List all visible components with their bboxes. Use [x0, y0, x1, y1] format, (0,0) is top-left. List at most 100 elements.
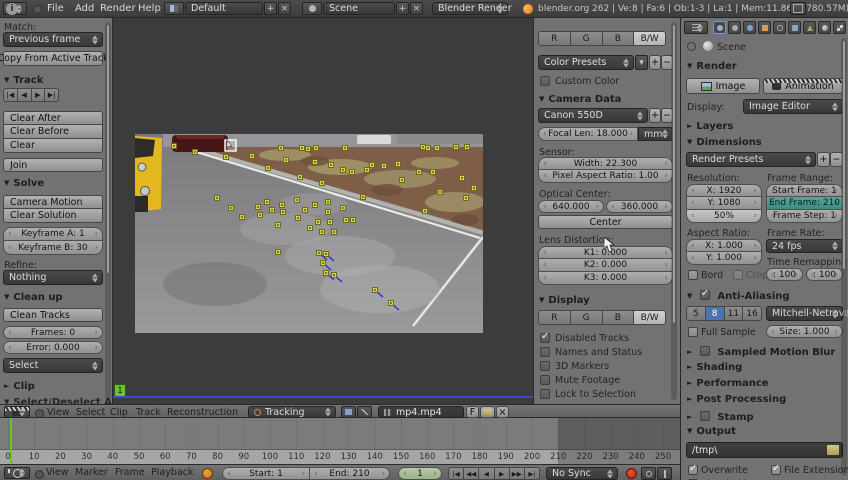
screen-layout-icon[interactable]	[164, 2, 184, 15]
editor-type-clip-button[interactable]	[4, 406, 30, 418]
aa-filter-select[interactable]: Mitchell-Netrava	[766, 306, 848, 321]
tab-render[interactable]	[713, 21, 726, 34]
pixel-aspect-field[interactable]: Pixel Aspect Ratio: 1.00	[538, 170, 673, 183]
clip-mode-select[interactable]: Tracking	[248, 406, 336, 418]
crop-checkbox[interactable]	[733, 270, 743, 280]
keyframe-a-field[interactable]: Keyframe A: 1	[3, 227, 103, 241]
timeline-menu-marker[interactable]: Marker	[75, 467, 108, 478]
motion-blur-checkbox[interactable]	[699, 346, 710, 356]
play-button[interactable]: ▶	[494, 467, 510, 480]
clear-before-button[interactable]: Clear Before	[3, 125, 103, 139]
optical-x-field[interactable]: 640.000	[538, 200, 604, 213]
error-field[interactable]: Error: 0.000	[3, 341, 103, 354]
menu-render[interactable]: Render	[100, 3, 136, 14]
tab-modifiers[interactable]	[788, 21, 801, 34]
clip-menu-clip[interactable]: Clip	[110, 407, 128, 418]
frame-rate-select[interactable]: 24 fps	[766, 239, 843, 253]
tab-material[interactable]	[818, 21, 831, 34]
anti-aliasing-checkbox[interactable]	[699, 288, 710, 300]
editor-type-properties-button[interactable]	[684, 21, 708, 34]
clear-solution-button[interactable]: Clear Solution	[3, 209, 103, 223]
clip-panel-header[interactable]: Clip	[4, 381, 34, 392]
fake-user-button[interactable]: F	[466, 406, 479, 418]
timeline-area[interactable]: 0 10 20 30 40 50 60 70 80 90 100 110 120 130 140 150 160…	[0, 418, 680, 465]
jump-to-start-button[interactable]: |◀	[448, 467, 465, 480]
k3-field[interactable]: K3: 0.000	[538, 272, 673, 285]
display-option-checkbox[interactable]	[540, 331, 550, 343]
tab-constraints[interactable]	[773, 21, 786, 34]
selected-tracking-marker[interactable]	[224, 139, 237, 152]
anti-aliasing-panel-header[interactable]: Anti-Aliasing	[687, 288, 790, 302]
play-reverse-button[interactable]: ◀	[479, 467, 495, 480]
header-collapse-dot[interactable]	[35, 409, 44, 418]
scene-select[interactable]: Scene	[323, 2, 395, 15]
camera-motion-button[interactable]: Camera Motion	[3, 195, 103, 209]
clip-frames-bar[interactable]	[113, 396, 533, 398]
layers-panel-header[interactable]: Layers	[687, 121, 733, 132]
pin-icon[interactable]	[687, 42, 696, 51]
clear-after-button[interactable]: Clear After	[3, 111, 103, 125]
tab-object[interactable]	[758, 21, 771, 34]
tools-scrollbar-thumb[interactable]	[106, 24, 110, 274]
cleanup-panel-header[interactable]: Clean up	[4, 292, 62, 303]
editor-type-timeline-button[interactable]	[4, 467, 30, 479]
jump-to-end-button[interactable]: ▶|	[524, 467, 541, 480]
camera-preset-select[interactable]: Canon 550D	[538, 108, 648, 123]
stamp-checkbox[interactable]	[699, 411, 710, 421]
output-path-field[interactable]: /tmp\	[686, 442, 843, 458]
clean-tracks-button[interactable]: Clean Tracks	[3, 308, 103, 322]
clear-button[interactable]: Clear	[3, 139, 103, 153]
aa-samples-5-button[interactable]: 5	[686, 306, 706, 321]
folder-icon[interactable]	[827, 445, 839, 455]
window-duplicate-icon[interactable]	[790, 2, 806, 15]
motion-blur-panel-header[interactable]: Sampled Motion Blur	[687, 345, 835, 358]
refine-select[interactable]: Nothing	[3, 270, 103, 285]
clip-display-toggle[interactable]	[341, 406, 356, 418]
jump-next-keyframe-button[interactable]: ▶▶	[509, 467, 525, 480]
track-frame-backwards-button[interactable]: |◀	[3, 88, 18, 102]
graph-display-toggle[interactable]	[357, 406, 372, 418]
display-option-checkbox[interactable]	[540, 375, 550, 385]
close-layout-button[interactable]: ×	[278, 2, 291, 15]
menu-help[interactable]: Help	[138, 3, 161, 14]
clip-menu-view[interactable]: View	[47, 407, 70, 418]
border-checkbox[interactable]	[688, 270, 698, 280]
resolution-x-field[interactable]: X: 1920	[686, 184, 762, 197]
keyframe-b-field[interactable]: Keyframe B: 30	[3, 241, 103, 255]
tab-world[interactable]	[743, 21, 756, 34]
timeline-menu-frame[interactable]: Frame	[115, 467, 145, 478]
start-frame-field[interactable]: Start: 1	[222, 467, 310, 480]
full-sample-checkbox[interactable]	[688, 327, 698, 337]
frame-step-field[interactable]: Frame Step: 1	[766, 210, 843, 223]
start-frame-field[interactable]: Start Frame: 1	[766, 184, 843, 197]
track-forwards-button[interactable]: ▶	[31, 88, 46, 102]
render-presets-select[interactable]: Render Presets	[686, 152, 816, 167]
add-render-preset-button[interactable]: +	[817, 152, 830, 167]
performance-panel-header[interactable]: Performance	[687, 378, 768, 389]
focal-unit-select[interactable]: mm	[638, 127, 673, 141]
focal-length-field[interactable]: Focal Len: 18.000	[538, 127, 638, 141]
aa-size-field[interactable]: Size: 1.000	[766, 325, 843, 338]
aa-samples-11-button[interactable]: 11	[724, 306, 744, 321]
track-backwards-button[interactable]: ◀	[17, 88, 32, 102]
screen-layout-select[interactable]: Default	[185, 2, 263, 15]
post-processing-panel-header[interactable]: Post Processing	[687, 394, 786, 405]
header-collapse-dot[interactable]	[33, 5, 42, 14]
open-clip-button[interactable]	[480, 406, 495, 418]
aspect-y-field[interactable]: Y: 1.000	[686, 252, 762, 265]
add-camera-preset-button[interactable]: +	[649, 108, 661, 123]
tools-scrollbar[interactable]	[105, 22, 111, 400]
render-panel-header[interactable]: Render	[687, 61, 736, 72]
render-engine-select[interactable]: Blender Render	[432, 2, 512, 15]
add-preset-button[interactable]: +	[649, 55, 661, 70]
file-extensions-checkbox[interactable]	[771, 463, 781, 475]
channel-b-button[interactable]: B	[602, 31, 635, 46]
render-image-button[interactable]: Image	[686, 78, 760, 94]
end-frame-field[interactable]: End Frame: 210	[766, 197, 843, 210]
aa-samples-16-button[interactable]: 16	[743, 306, 762, 321]
camera-data-panel-header[interactable]: Camera Data	[539, 94, 621, 105]
render-animation-button[interactable]: Animation	[763, 78, 843, 94]
preset-menu-button[interactable]: ▾	[635, 55, 648, 70]
tab-texture[interactable]	[833, 21, 846, 34]
output-panel-header[interactable]: Output	[687, 426, 735, 437]
